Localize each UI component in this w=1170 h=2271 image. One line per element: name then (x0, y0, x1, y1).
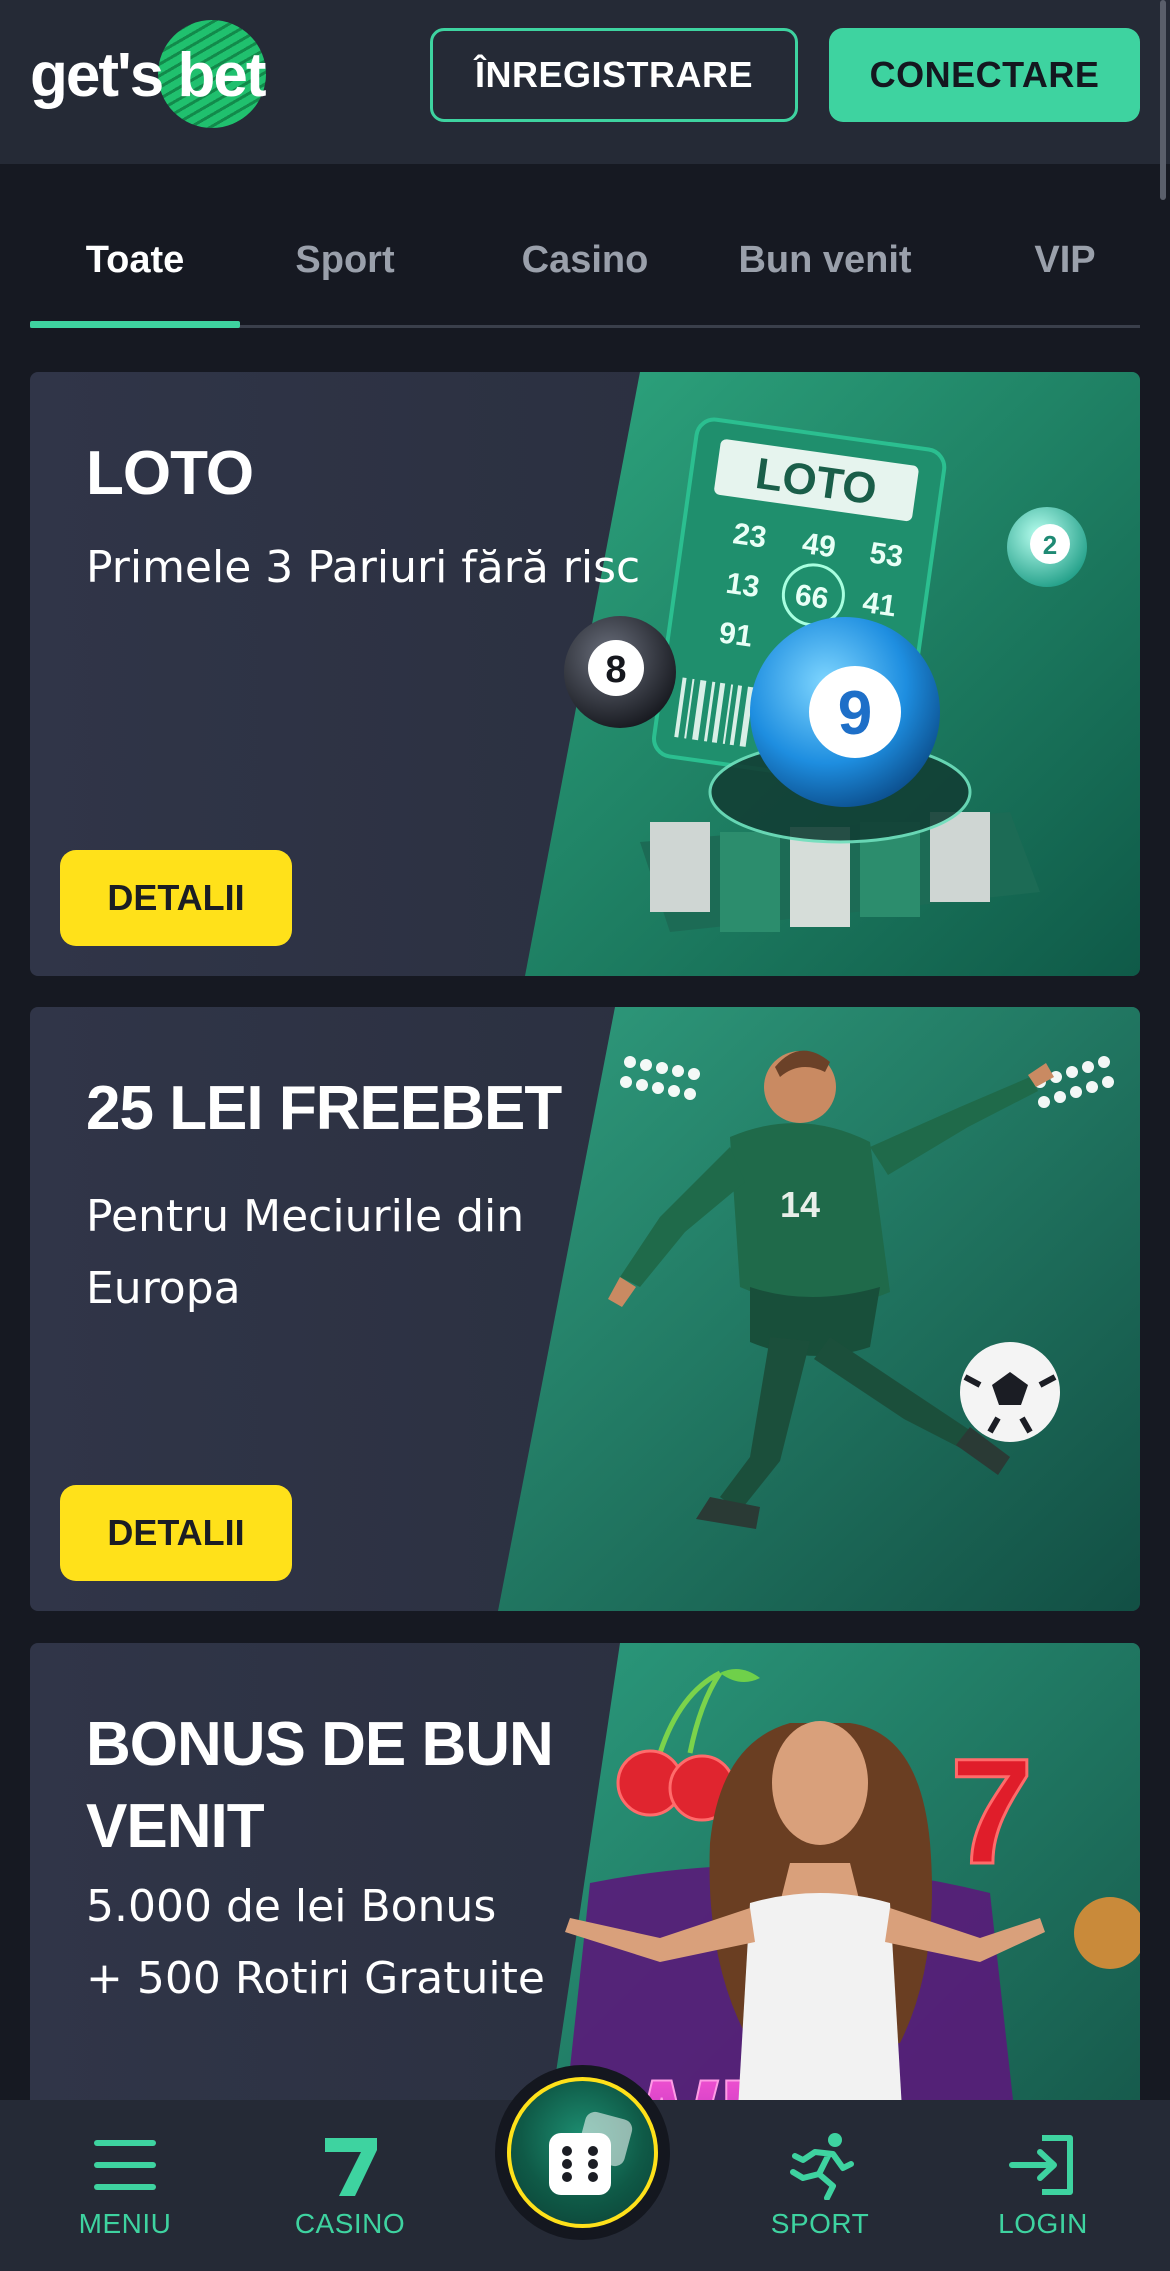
ball-2-number: 2 (1043, 530, 1057, 560)
login-icon (1009, 2135, 1073, 2195)
menu-icon (94, 2140, 156, 2190)
login-button[interactable]: CONECTARE (829, 28, 1140, 122)
loto-ticket-number: 53 (867, 536, 905, 573)
getsbet-logo[interactable]: get's bet (30, 18, 270, 130)
promotions-page: get's bet ÎNREGISTRARE CONECTARE Toate S… (0, 0, 1170, 2271)
runner-icon (790, 2133, 854, 2200)
promo-card-freebet[interactable]: 14 25 LEI FREEBET Pentru Meciurile din E… (30, 1007, 1140, 1611)
soccer-ball-icon (960, 1342, 1060, 1442)
promo-title: 25 LEI FREEBET (86, 1074, 562, 1143)
nav-item-login[interactable]: LOGIN (963, 2118, 1123, 2248)
register-button[interactable]: ÎNREGISTRARE (430, 28, 798, 122)
details-button[interactable]: DETALII (60, 850, 292, 946)
promo-card-loto[interactable]: LOTO 23 49 53 13 66 41 91 9 8 2 LOTO Pri… (30, 372, 1140, 976)
tab-vip[interactable]: VIP (980, 230, 1150, 290)
promo-title: LOTO (86, 439, 254, 508)
promo-title-line2: VENIT (86, 1792, 265, 1861)
nav-item-casino[interactable]: CASINO (270, 2118, 430, 2248)
logo-text-right: bet (177, 41, 266, 110)
promo-subtitle-line2: Europa (86, 1263, 241, 1314)
loto-ticket-number: 49 (800, 527, 838, 564)
neon-seven-text: 7 (950, 1727, 1033, 1895)
loto-ticket-number: 66 (793, 579, 831, 616)
player-shirt-number: 14 (780, 1184, 820, 1225)
center-games-button[interactable] (495, 2065, 670, 2240)
tab-casino[interactable]: Casino (470, 230, 700, 290)
nav-label-menu: MENIU (78, 2208, 172, 2239)
tab-sport[interactable]: Sport (250, 230, 440, 290)
promo-subtitle-line1: Pentru Meciurile din (86, 1191, 525, 1242)
scrollbar-thumb[interactable] (1160, 0, 1166, 200)
loto-ticket-number: 13 (724, 567, 762, 604)
loto-ticket-number: 91 (717, 616, 755, 653)
promo-category-tabs: Toate Sport Casino Bun venit VIP (30, 200, 1140, 328)
nav-item-menu[interactable]: MENIU (45, 2118, 205, 2248)
promo-title-line1: BONUS DE BUN (86, 1710, 554, 1779)
ball-9-number: 9 (838, 679, 872, 748)
seven-icon (325, 2138, 377, 2196)
dice-icon (549, 2111, 633, 2195)
top-header: get's bet ÎNREGISTRARE CONECTARE (0, 0, 1170, 200)
nav-item-sport[interactable]: SPORT (740, 2118, 900, 2248)
nav-label-casino: CASINO (294, 2208, 406, 2239)
active-tab-indicator (30, 321, 240, 328)
logo-text-left: get's (30, 41, 164, 110)
ball-8-number: 8 (605, 649, 626, 691)
loto-ticket-number: 23 (731, 517, 769, 554)
tab-bun-venit[interactable]: Bun venit (690, 230, 960, 290)
nav-label-sport: SPORT (770, 2208, 870, 2239)
promo-subtitle: Primele 3 Pariuri fără risc (86, 542, 641, 593)
nav-label-login: LOGIN (998, 2208, 1088, 2239)
promo-subtitle-line2: + 500 Rotiri Gratuite (86, 1953, 545, 2004)
loto-ticket-number: 41 (861, 586, 899, 623)
tab-toate[interactable]: Toate (30, 230, 240, 290)
details-button[interactable]: DETALII (60, 1485, 292, 1581)
promo-subtitle-line1: 5.000 de lei Bonus (86, 1881, 497, 1932)
